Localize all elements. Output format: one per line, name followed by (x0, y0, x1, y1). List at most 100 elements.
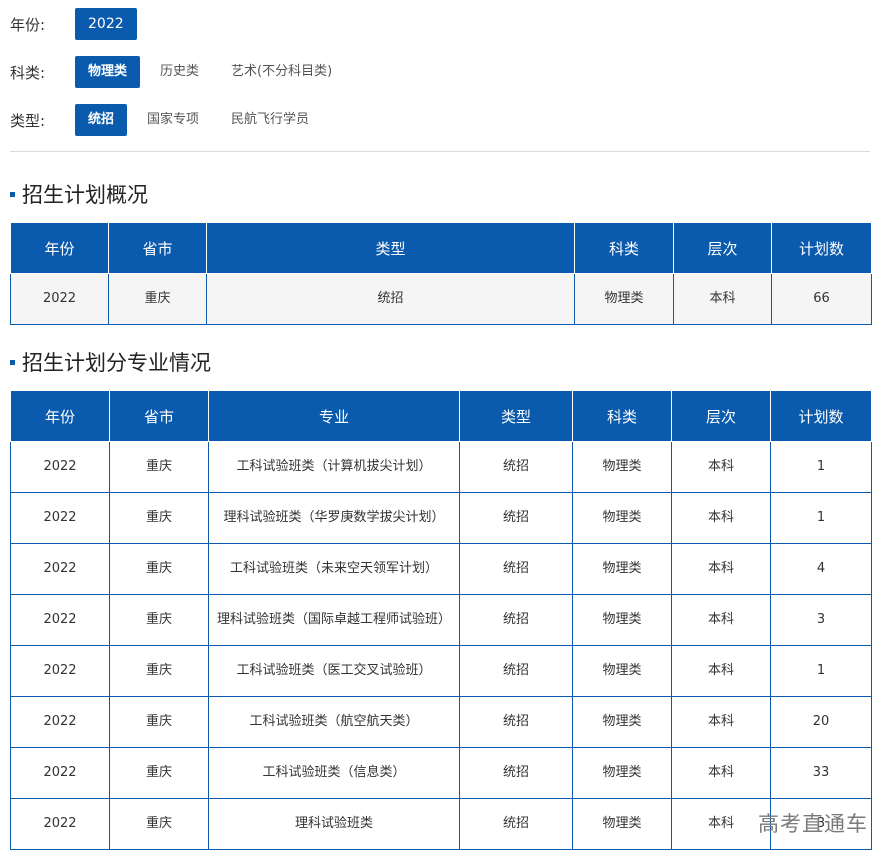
majors-cell: 物理类 (572, 441, 672, 493)
majors-cell: 2022 (10, 798, 110, 850)
type-option-national-special[interactable]: 国家专项 (135, 104, 211, 136)
overview-header-cell: 层次 (673, 222, 772, 274)
majors-cell: 本科 (671, 492, 771, 544)
majors-cell: 本科 (671, 594, 771, 646)
majors-cell: 理科试验班类（国际卓越工程师试验班） (208, 594, 460, 646)
majors-header-cell: 层次 (671, 390, 771, 442)
filter-label-year: 年份: (10, 16, 46, 34)
majors-header-cell: 专业 (208, 390, 460, 442)
majors-cell: 统招 (459, 543, 573, 595)
majors-table: 年份 省市 专业 类型 科类 层次 计划数 2022 重庆 工科试验班类（计算机拔尖计划） 统招物… (10, 390, 872, 850)
overview-table-body: 2022 重庆 统招 物理类 本科 66 (10, 273, 872, 325)
overview-table: 年份 省市 类型 科类 层次 计划数 2022 重庆 统招 物理类 本科 66 (10, 222, 872, 325)
majors-cell: 1 (770, 441, 872, 493)
overview-cell: 统招 (206, 273, 575, 325)
majors-cell: 物理类 (572, 492, 672, 544)
filter-label-type: 类型: (10, 112, 46, 130)
overview-header-cell: 科类 (574, 222, 674, 274)
majors-cell: 2022 (10, 645, 110, 697)
majors-cell: 重庆 (109, 798, 209, 850)
majors-cell: 工科试验班类（医工交叉试验班） (208, 645, 460, 697)
majors-cell: 统招 (459, 594, 573, 646)
overview-cell: 重庆 (108, 273, 207, 325)
table-row: 2022 重庆 工科试验班类（信息类） 统招 物理类 本科 33 (10, 747, 872, 799)
majors-cell: 物理类 (572, 747, 672, 799)
majors-cell: 2022 (10, 441, 110, 493)
filter-options-type: 统招 国家专项 民航飞行学员 (75, 104, 329, 136)
majors-cell: 理科试验班类 (208, 798, 460, 850)
majors-cell: 物理类 (572, 798, 672, 850)
filter-label-subject: 科类: (10, 64, 46, 82)
subject-option-history[interactable]: 历史类 (148, 56, 211, 88)
table-row: 2022 重庆 工科试验班类（航空航天类） 统招 物理类 本科 20 (10, 696, 872, 748)
filter-panel: 年份: 2022 科类: 物理类 历史类 艺术(不分科目类) 类型: 统招 国家… (10, 8, 870, 152)
filter-options-year: 2022 (75, 8, 145, 40)
table-row: 2022 重庆 理科试验班类（国际卓越工程师试验班） 统招 物理类 本科 3 (10, 594, 872, 646)
majors-cell: 统招 (459, 492, 573, 544)
majors-cell: 物理类 (572, 594, 672, 646)
majors-cell: 本科 (671, 441, 771, 493)
majors-cell: 物理类 (572, 696, 672, 748)
majors-header-cell: 省市 (109, 390, 209, 442)
table-row: 2022 重庆 工科试验班类（计算机拔尖计划） 统招 物理类 本科 1 (10, 441, 872, 493)
watermark: 高考直通车 (758, 812, 868, 836)
majors-cell: 工科试验班类（计算机拔尖计划） (208, 441, 460, 493)
majors-cell: 理科试验班类（华罗庚数学拔尖计划） (208, 492, 460, 544)
table-row: 2022 重庆 工科试验班类（医工交叉试验班） 统招 物理类 本科 1 (10, 645, 872, 697)
overview-cell: 2022 (10, 273, 109, 325)
majors-cell: 本科 (671, 798, 771, 850)
majors-cell: 工科试验班类（信息类） (208, 747, 460, 799)
section-title-overview: 招生计划概况 (10, 182, 148, 208)
majors-cell: 工科试验班类（未来空天领军计划） (208, 543, 460, 595)
table-row: 2022 重庆 统招 物理类 本科 66 (10, 273, 872, 325)
majors-cell: 3 (770, 594, 872, 646)
majors-cell: 统招 (459, 798, 573, 850)
overview-header-cell: 计划数 (771, 222, 872, 274)
majors-cell: 重庆 (109, 594, 209, 646)
overview-header-row: 年份 省市 类型 科类 层次 计划数 (10, 222, 872, 274)
majors-cell: 20 (770, 696, 872, 748)
majors-cell: 重庆 (109, 543, 209, 595)
table-row: 2022 重庆 理科试验班类 统招 物理类 本科 3 (10, 798, 872, 850)
majors-cell: 统招 (459, 696, 573, 748)
majors-cell: 2022 (10, 696, 110, 748)
subject-option-physics[interactable]: 物理类 (75, 56, 141, 88)
majors-cell: 2022 (10, 747, 110, 799)
majors-cell: 物理类 (572, 543, 672, 595)
majors-header-row: 年份 省市 专业 类型 科类 层次 计划数 (10, 390, 872, 442)
filter-row-subject: 科类: 物理类 历史类 艺术(不分科目类) (10, 56, 870, 104)
majors-cell: 重庆 (109, 645, 209, 697)
filter-row-year: 年份: 2022 (10, 8, 870, 56)
majors-cell: 本科 (671, 747, 771, 799)
majors-table-body: 2022 重庆 工科试验班类（计算机拔尖计划） 统招 物理类 本科 1 2022 重庆 理科试验班… (10, 441, 872, 850)
majors-cell: 重庆 (109, 747, 209, 799)
filter-options-subject: 物理类 历史类 艺术(不分科目类) (75, 56, 352, 88)
majors-cell: 物理类 (572, 645, 672, 697)
filter-row-type: 类型: 统招 国家专项 民航飞行学员 (10, 104, 870, 152)
majors-cell: 重庆 (109, 696, 209, 748)
filter-divider (10, 151, 870, 152)
majors-cell: 重庆 (109, 492, 209, 544)
type-option-pilot[interactable]: 民航飞行学员 (219, 104, 321, 136)
table-row: 2022 重庆 理科试验班类（华罗庚数学拔尖计划） 统招 物理类 本科 1 (10, 492, 872, 544)
majors-cell: 33 (770, 747, 872, 799)
overview-header-cell: 年份 (10, 222, 109, 274)
majors-cell: 4 (770, 543, 872, 595)
majors-cell: 2022 (10, 492, 110, 544)
majors-cell: 统招 (459, 441, 573, 493)
overview-cell: 本科 (673, 273, 772, 325)
majors-cell: 本科 (671, 543, 771, 595)
majors-header-cell: 科类 (572, 390, 672, 442)
majors-cell: 工科试验班类（航空航天类） (208, 696, 460, 748)
majors-cell: 重庆 (109, 441, 209, 493)
majors-cell: 本科 (671, 645, 771, 697)
overview-cell: 物理类 (574, 273, 674, 325)
subject-option-art[interactable]: 艺术(不分科目类) (219, 56, 344, 88)
majors-header-cell: 年份 (10, 390, 110, 442)
majors-header-cell: 类型 (459, 390, 573, 442)
type-option-general[interactable]: 统招 (75, 104, 128, 136)
overview-header-cell: 类型 (206, 222, 575, 274)
majors-cell: 本科 (671, 696, 771, 748)
majors-cell: 1 (770, 645, 872, 697)
year-option-2022[interactable]: 2022 (75, 8, 137, 40)
